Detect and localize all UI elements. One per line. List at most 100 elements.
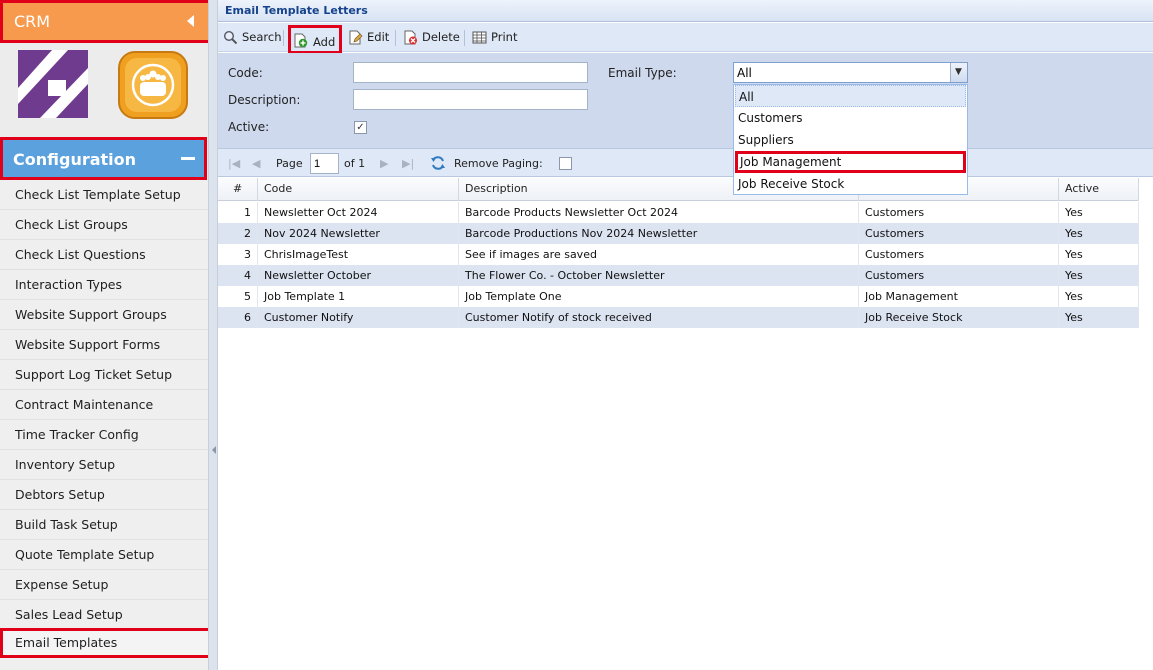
panel-title: Email Template Letters (225, 4, 368, 17)
refresh-icon[interactable] (430, 155, 446, 171)
search-form: Code: Description: Active: ✓ Email Type:… (218, 53, 1153, 148)
edit-button[interactable]: Edit (345, 26, 391, 49)
next-page-icon[interactable]: ▶ (380, 157, 388, 170)
toolbar-separator (395, 30, 396, 46)
add-icon (294, 33, 308, 48)
menu-item-check-list-template-setup[interactable]: Check List Template Setup (0, 180, 208, 210)
description-cell: Customer Notify of stock received (459, 307, 859, 328)
row-number: 3 (218, 244, 258, 265)
description-label: Description: (228, 93, 301, 107)
toolbar: Search Add Edit Delete Print (218, 23, 1153, 54)
add-label: Add (313, 35, 336, 49)
menu-item-website-support-forms[interactable]: Website Support Forms (0, 330, 208, 360)
paging-toolbar: |◀ ◀ Page of 1 ▶ ▶| Remove Paging: (218, 148, 1153, 177)
description-input[interactable] (353, 89, 588, 110)
page-number-input[interactable] (310, 153, 339, 174)
active-cell: Yes (1059, 265, 1139, 286)
remove-paging-label: Remove Paging: (454, 157, 543, 170)
table-row[interactable]: 4 Newsletter October The Flower Co. - Oc… (218, 265, 1139, 286)
menu-item-build-task-setup[interactable]: Build Task Setup (0, 510, 208, 540)
last-page-icon[interactable]: ▶| (402, 157, 414, 170)
row-number: 6 (218, 307, 258, 328)
page-count-label: of 1 (344, 157, 366, 170)
column-header-active[interactable]: Active (1059, 178, 1139, 201)
active-cell: Yes (1059, 307, 1139, 328)
grid-header: # Code Description Active (218, 178, 1139, 201)
email-type-cell: Job Management (859, 286, 1059, 307)
menu-item-expense-setup[interactable]: Expense Setup (0, 570, 208, 600)
crm-title: CRM (14, 12, 51, 31)
checkmark-icon: ✓ (356, 122, 365, 133)
company-logo (18, 50, 88, 118)
menu-item-support-log-ticket-setup[interactable]: Support Log Ticket Setup (0, 360, 208, 390)
collapse-arrow-icon[interactable] (187, 15, 194, 27)
row-number: 1 (218, 202, 258, 223)
email-type-select[interactable]: All ▼ (733, 62, 968, 83)
option-job-receive-stock[interactable]: Job Receive Stock (735, 173, 966, 195)
email-type-cell: Customers (859, 223, 1059, 244)
description-cell: See if images are saved (459, 244, 859, 265)
table-row[interactable]: 3 ChrisImageTest See if images are saved… (218, 244, 1139, 265)
previous-page-icon[interactable]: ◀ (252, 157, 260, 170)
table-row[interactable]: 2 Nov 2024 Newsletter Barcode Production… (218, 223, 1139, 244)
search-button[interactable]: Search (220, 26, 282, 49)
code-label: Code: (228, 66, 263, 80)
search-icon (223, 30, 238, 45)
configuration-header[interactable]: Configuration (0, 137, 207, 180)
email-type-cell: Customers (859, 265, 1059, 286)
row-number: 5 (218, 286, 258, 307)
code-input[interactable] (353, 62, 588, 83)
active-checkbox[interactable]: ✓ (354, 121, 367, 134)
code-cell: Newsletter Oct 2024 (258, 202, 459, 223)
remove-paging-checkbox[interactable] (559, 157, 572, 170)
first-page-icon[interactable]: |◀ (228, 157, 240, 170)
column-header-number[interactable]: # (218, 178, 258, 201)
edit-label: Edit (367, 30, 390, 44)
sidebar-splitter[interactable] (208, 0, 218, 670)
delete-icon (404, 30, 417, 45)
add-button[interactable]: Add (288, 25, 342, 54)
menu-item-check-list-groups[interactable]: Check List Groups (0, 210, 208, 240)
email-type-cell: Customers (859, 202, 1059, 223)
code-cell: Job Template 1 (258, 286, 459, 307)
column-header-code[interactable]: Code (258, 178, 459, 201)
menu-item-contract-maintenance[interactable]: Contract Maintenance (0, 390, 208, 420)
print-button[interactable]: Print (469, 26, 519, 49)
active-cell: Yes (1059, 202, 1139, 223)
table-row[interactable]: 1 Newsletter Oct 2024 Barcode Products N… (218, 202, 1139, 223)
menu-item-website-support-groups[interactable]: Website Support Groups (0, 300, 208, 330)
menu-item-check-list-questions[interactable]: Check List Questions (0, 240, 208, 270)
menu-item-interaction-types[interactable]: Interaction Types (0, 270, 208, 300)
collapse-minus-icon[interactable] (181, 157, 195, 160)
option-all[interactable]: All (735, 85, 966, 107)
configuration-title: Configuration (13, 150, 137, 169)
option-customers[interactable]: Customers (735, 107, 966, 129)
email-type-cell: Job Receive Stock (859, 307, 1059, 328)
toolbar-separator (464, 30, 465, 46)
active-cell: Yes (1059, 223, 1139, 244)
configuration-menu: Check List Template Setup Check List Gro… (0, 180, 211, 670)
menu-item-sales-lead-setup[interactable]: Sales Lead Setup (0, 600, 208, 630)
code-cell: Customer Notify (258, 307, 459, 328)
print-icon (472, 31, 487, 44)
option-suppliers[interactable]: Suppliers (735, 129, 966, 151)
menu-item-quote-template-setup[interactable]: Quote Template Setup (0, 540, 208, 570)
delete-button[interactable]: Delete (400, 26, 460, 49)
code-cell: Newsletter October (258, 265, 459, 286)
dropdown-trigger[interactable]: ▼ (950, 63, 967, 82)
table-row[interactable]: 5 Job Template 1 Job Template One Job Ma… (218, 286, 1139, 307)
page-label: Page (276, 157, 303, 170)
menu-item-inventory-setup[interactable]: Inventory Setup (0, 450, 208, 480)
email-type-cell: Customers (859, 244, 1059, 265)
row-number: 2 (218, 223, 258, 244)
option-job-management[interactable]: Job Management (735, 151, 966, 173)
menu-item-email-templates[interactable]: Email Templates (0, 628, 211, 658)
splitter-arrow-icon[interactable] (212, 446, 216, 454)
chevron-down-icon: ▼ (955, 67, 962, 77)
menu-item-time-tracker-config[interactable]: Time Tracker Config (0, 420, 208, 450)
menu-item-debtors-setup[interactable]: Debtors Setup (0, 480, 208, 510)
crm-module-header[interactable]: CRM (0, 0, 211, 43)
edit-icon (349, 30, 363, 45)
email-type-label: Email Type: (608, 66, 677, 80)
table-row[interactable]: 6 Customer Notify Customer Notify of sto… (218, 307, 1139, 328)
